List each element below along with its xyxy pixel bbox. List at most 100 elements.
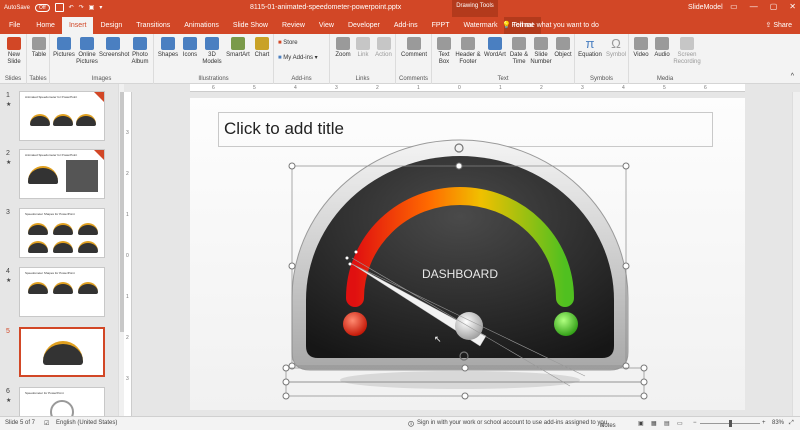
zoom-button[interactable]: Zoom xyxy=(333,37,353,59)
group-illustrations: Shapes Icons 3D Models SmartArt Chart Il… xyxy=(154,34,274,84)
slide-thumbnail-2[interactable]: Animated Speedometer for PowerPoint xyxy=(19,149,105,199)
share-button[interactable]: ⇪ Share xyxy=(766,17,793,34)
slide-thumbnail-6[interactable]: Speedometer for PowerPoint xyxy=(19,387,105,416)
resize-handle[interactable] xyxy=(282,378,290,386)
action-button[interactable]: Action xyxy=(373,37,394,59)
normal-view-icon[interactable]: ▣ xyxy=(638,420,644,427)
comment-button[interactable]: Comment xyxy=(399,37,429,59)
slideshow-icon[interactable]: ▭ xyxy=(677,420,683,427)
resize-handle[interactable] xyxy=(288,162,296,170)
slide-thumbnail-4[interactable]: Speedometer Shapes for PowerPoint xyxy=(19,267,105,317)
resize-handle[interactable] xyxy=(461,364,469,372)
tab-view[interactable]: View xyxy=(312,17,341,34)
resize-handle[interactable] xyxy=(640,378,648,386)
text-box-button[interactable]: Text Box xyxy=(434,37,454,66)
spellcheck-icon[interactable]: ☑ xyxy=(44,420,49,427)
tab-slide-show[interactable]: Slide Show xyxy=(226,17,275,34)
tab-file[interactable]: File xyxy=(0,17,29,34)
ribbon-options-icon[interactable]: ▭ xyxy=(730,2,738,11)
tab-watermark[interactable]: Watermark xyxy=(456,17,504,34)
account-name[interactable]: SlideModel xyxy=(688,4,723,11)
thumb-number: 4 xyxy=(6,268,10,275)
minimize-icon[interactable]: — xyxy=(750,2,758,11)
online-pictures-button[interactable]: Online Pictures xyxy=(76,37,98,66)
resize-handle[interactable] xyxy=(640,392,648,400)
photo-album-button[interactable]: Photo Album xyxy=(128,37,152,66)
slide-number-button[interactable]: Slide Number xyxy=(530,37,552,66)
new-slide-button[interactable]: New Slide xyxy=(2,37,26,66)
tab-animations[interactable]: Animations xyxy=(177,17,226,34)
resize-handle[interactable] xyxy=(640,364,648,372)
tab-design[interactable]: Design xyxy=(93,17,129,34)
zoom-slider-thumb[interactable] xyxy=(729,420,732,427)
resize-handle[interactable] xyxy=(455,162,463,170)
audio-button[interactable]: Audio xyxy=(652,37,672,59)
redo-icon[interactable]: ↷ xyxy=(79,4,84,11)
screenshot-button[interactable]: Screenshot xyxy=(99,37,129,59)
screen-recording-button[interactable]: Screen Recording xyxy=(673,37,701,66)
slide-sorter-icon[interactable]: ▦ xyxy=(651,420,657,427)
table-button[interactable]: Table xyxy=(29,37,49,59)
zoom-level[interactable]: 83% xyxy=(772,420,784,426)
zoom-in-icon[interactable]: + xyxy=(762,420,766,426)
store-button[interactable]: ■ Store xyxy=(278,40,298,47)
resize-handle[interactable] xyxy=(622,162,630,170)
needle-tip-handle[interactable] xyxy=(348,262,352,266)
group-links: Zoom Link Action Links xyxy=(330,34,396,84)
slide-thumbnail-1[interactable]: Animated Speedometer for PowerPoint xyxy=(19,91,105,141)
new-ribbon-icon xyxy=(94,150,104,160)
header-footer-button[interactable]: Header & Footer xyxy=(454,37,482,66)
collapse-ribbon-icon[interactable]: ^ xyxy=(791,73,794,80)
editor-scrollbar[interactable] xyxy=(792,92,800,416)
signin-message[interactable]: Sign in with your work or school account… xyxy=(417,420,609,426)
speedometer-graphic[interactable]: DASHBOARD ↖ xyxy=(190,98,745,410)
fit-slide-icon[interactable]: ⤢ xyxy=(789,420,794,427)
customize-qat-icon[interactable]: ▾ xyxy=(99,4,102,11)
reading-view-icon[interactable]: ▤ xyxy=(664,420,670,427)
tab-developer[interactable]: Developer xyxy=(341,17,387,34)
slide-canvas[interactable]: Click to add title DASHBOARD ↖ xyxy=(190,98,745,410)
close-icon[interactable]: ✕ xyxy=(789,2,796,11)
equation-button[interactable]: π Equation xyxy=(577,37,603,59)
icons-button[interactable]: Icons xyxy=(180,37,200,59)
link-button[interactable]: Link xyxy=(354,37,372,59)
needle-tip-handle[interactable] xyxy=(345,256,349,260)
ruler-tick: 0 xyxy=(126,253,129,259)
group-symbols: π Equation Ω Symbol Symbols xyxy=(575,34,629,84)
slide-thumbnail-3[interactable]: Speedometer Shapes for PowerPoint xyxy=(19,208,105,258)
pictures-button[interactable]: Pictures xyxy=(52,37,76,59)
resize-handle[interactable] xyxy=(461,392,469,400)
tab-transitions[interactable]: Transitions xyxy=(129,17,177,34)
tab-fppt[interactable]: FPPT xyxy=(425,17,457,34)
autosave-toggle[interactable]: Off xyxy=(35,3,50,12)
resize-handle[interactable] xyxy=(288,262,296,270)
save-icon[interactable] xyxy=(54,3,64,12)
needle-tip-handle[interactable] xyxy=(354,250,358,254)
resize-handle[interactable] xyxy=(282,392,290,400)
horizontal-ruler: 6 5 4 3 2 1 0 1 2 3 4 5 6 xyxy=(190,84,745,92)
chart-button[interactable]: Chart xyxy=(252,37,272,59)
zoom-icon xyxy=(336,37,350,50)
tab-review[interactable]: Review xyxy=(275,17,312,34)
date-time-button[interactable]: Date & Time xyxy=(508,37,530,66)
maximize-icon[interactable]: ▢ xyxy=(770,2,778,11)
my-add-ins-button[interactable]: ■ My Add-ins ▾ xyxy=(278,55,318,62)
symbol-button[interactable]: Ω Symbol xyxy=(604,37,628,59)
slide-thumbnail-5[interactable] xyxy=(19,327,105,377)
tab-home[interactable]: Home xyxy=(29,17,62,34)
language-indicator[interactable]: English (United States) xyxy=(56,420,117,426)
smartart-button[interactable]: SmartArt xyxy=(225,37,251,59)
tab-insert[interactable]: Insert xyxy=(61,17,94,34)
present-icon[interactable]: ▣ xyxy=(89,4,95,11)
3d-models-button[interactable]: 3D Models xyxy=(201,37,223,66)
object-button[interactable]: Object xyxy=(552,37,574,59)
resize-handle[interactable] xyxy=(282,364,290,372)
zoom-out-icon[interactable]: − xyxy=(693,420,697,426)
video-button[interactable]: Video xyxy=(631,37,651,59)
undo-icon[interactable]: ↶ xyxy=(69,4,74,11)
resize-handle[interactable] xyxy=(622,262,630,270)
tell-me-search[interactable]: 💡 Tell me what you want to do xyxy=(502,17,599,34)
wordart-button[interactable]: WordArt xyxy=(482,37,508,59)
tab-add-ins[interactable]: Add-ins xyxy=(387,17,425,34)
shapes-button[interactable]: Shapes xyxy=(157,37,179,59)
